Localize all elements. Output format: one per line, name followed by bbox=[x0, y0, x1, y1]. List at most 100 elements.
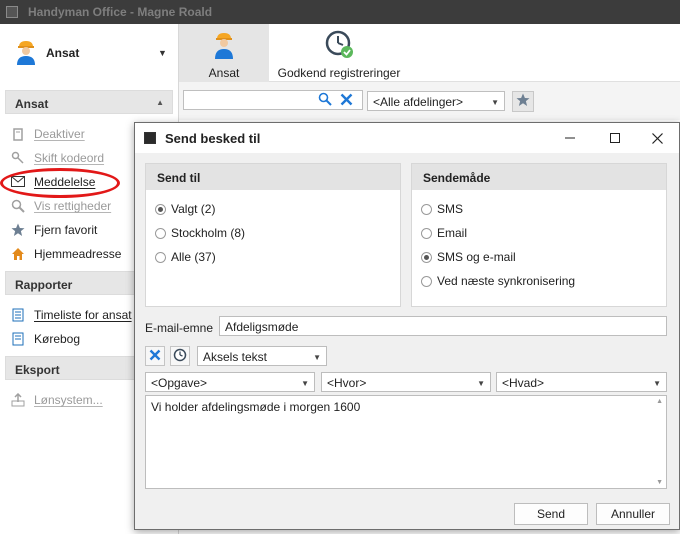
sidebar-item-label: Vis rettigheder bbox=[34, 199, 112, 213]
sidebar-item-lonsystem[interactable]: Lønsystem... bbox=[10, 391, 103, 409]
scroll-down-icon[interactable]: ▼ bbox=[656, 479, 663, 486]
sidebar-item-fjern-favorit[interactable]: Fjern favorit bbox=[10, 221, 97, 239]
envelope-icon bbox=[10, 174, 26, 190]
radio-email[interactable]: Email bbox=[421, 226, 467, 240]
radio-valgt[interactable]: Valgt (2) bbox=[155, 202, 215, 216]
chevron-down-icon: ▼ bbox=[491, 98, 499, 107]
radio-label: Alle (37) bbox=[171, 250, 216, 264]
favorite-filter-button[interactable] bbox=[512, 91, 534, 112]
house-icon bbox=[10, 246, 26, 262]
worker-icon bbox=[14, 38, 38, 66]
message-textarea[interactable]: Vi holder afdelingsmøde i morgen 1600 ▲ … bbox=[145, 395, 667, 489]
clock-icon bbox=[173, 348, 187, 365]
section-title: Ansat bbox=[15, 97, 49, 111]
sidebar-item-korebog[interactable]: Kørebog bbox=[10, 330, 80, 348]
radio-button[interactable] bbox=[421, 203, 432, 215]
email-subject-field[interactable]: Afdeligsmøde bbox=[219, 316, 667, 336]
user-label: Ansat bbox=[46, 46, 80, 60]
clear-icon bbox=[149, 349, 161, 364]
task-select-value: <Opgave> bbox=[151, 376, 208, 390]
radio-label: SMS og e-mail bbox=[437, 250, 516, 264]
department-select[interactable]: <Alle afdelinger> ▼ bbox=[367, 91, 505, 111]
sidebar-item-skift-kodeord[interactable]: Skift kodeord bbox=[10, 149, 104, 167]
what-select[interactable]: <Hvad> ▼ bbox=[496, 372, 667, 392]
wrench-icon bbox=[10, 126, 26, 142]
dialog-title-bar: Send besked til bbox=[135, 123, 679, 153]
sidebar-item-label: Skift kodeord bbox=[34, 151, 105, 165]
clear-text-button[interactable] bbox=[145, 346, 165, 366]
radio-sms-og-email[interactable]: SMS og e-mail bbox=[421, 250, 516, 264]
sidebar-item-vis-rettigheder[interactable]: Vis rettigheder bbox=[10, 197, 111, 215]
dialog-app-icon bbox=[144, 132, 156, 144]
clear-icon[interactable] bbox=[340, 93, 353, 109]
book-icon bbox=[10, 331, 26, 347]
search-input[interactable] bbox=[184, 91, 314, 109]
close-button[interactable] bbox=[642, 127, 672, 149]
tab-godkend-registreringer[interactable]: Godkend registreringer bbox=[269, 24, 409, 82]
send-message-dialog: Send besked til Send til Valgt (2) Stock… bbox=[134, 122, 680, 530]
send-to-title: Send til bbox=[146, 164, 400, 190]
sidebar-item-label: Hjemmeadresse bbox=[34, 247, 122, 261]
radio-next-sync[interactable]: Ved næste synkronisering bbox=[421, 274, 575, 288]
radio-button[interactable] bbox=[155, 227, 166, 239]
send-method-panel: Sendemåde SMS Email SMS og e-mail Ved næ… bbox=[411, 163, 667, 307]
radio-alle[interactable]: Alle (37) bbox=[155, 250, 216, 264]
section-title: Rapporter bbox=[15, 278, 73, 292]
radio-stockholm[interactable]: Stockholm (8) bbox=[155, 226, 245, 240]
sidebar-item-label: Meddelelse bbox=[34, 175, 96, 189]
radio-button[interactable] bbox=[421, 227, 432, 239]
export-icon bbox=[10, 392, 26, 408]
star-icon bbox=[516, 93, 530, 110]
sidebar-item-deaktiver[interactable]: Deaktiver bbox=[10, 125, 85, 143]
cancel-button[interactable]: Annuller bbox=[596, 503, 670, 525]
sidebar-item-timeliste[interactable]: Timeliste for ansat bbox=[10, 306, 132, 324]
chevron-down-icon: ▼ bbox=[477, 379, 485, 388]
filter-bar: <Alle afdelinger> ▼ bbox=[179, 82, 680, 120]
maximize-button[interactable] bbox=[600, 127, 630, 149]
sidebar-item-hjemmeadresse[interactable]: Hjemmeadresse bbox=[10, 245, 121, 263]
tab-label: Ansat bbox=[208, 66, 240, 80]
star-icon bbox=[10, 222, 26, 238]
section-header-ansat[interactable]: Ansat ▲ bbox=[5, 90, 173, 114]
sidebar-item-label: Deaktiver bbox=[34, 127, 85, 141]
what-select-value: <Hvad> bbox=[502, 376, 545, 390]
radio-button[interactable] bbox=[421, 275, 432, 287]
message-text: Vi holder afdelingsmøde i morgen 1600 bbox=[151, 400, 361, 414]
minimize-button[interactable] bbox=[555, 127, 585, 149]
search-field[interactable] bbox=[183, 90, 363, 110]
department-select-value: <Alle afdelinger> bbox=[373, 95, 464, 109]
radio-label: SMS bbox=[437, 202, 464, 216]
radio-label: Ved næste synkronisering bbox=[437, 274, 576, 288]
report-icon bbox=[10, 307, 26, 323]
sidebar-item-meddelelse[interactable]: Meddelelse bbox=[10, 173, 95, 191]
key-icon bbox=[10, 150, 26, 166]
send-to-panel: Send til Valgt (2) Stockholm (8) Alle (3… bbox=[145, 163, 401, 307]
tab-ansat[interactable]: Ansat bbox=[179, 24, 269, 82]
sidebar-item-label: Lønsystem... bbox=[34, 393, 103, 407]
search-icon[interactable] bbox=[318, 92, 332, 109]
dialog-title: Send besked til bbox=[165, 131, 261, 146]
collapse-icon[interactable]: ▲ bbox=[156, 98, 164, 107]
chevron-down-icon: ▼ bbox=[653, 379, 661, 388]
radio-button[interactable] bbox=[155, 203, 166, 215]
task-select[interactable]: <Opgave> ▼ bbox=[145, 372, 315, 392]
dropdown-caret-icon[interactable]: ▼ bbox=[158, 48, 167, 58]
chevron-down-icon: ▼ bbox=[301, 379, 309, 388]
radio-button[interactable] bbox=[421, 251, 432, 263]
chevron-down-icon: ▼ bbox=[313, 353, 321, 362]
sidebar-item-label: Timeliste for ansat bbox=[34, 308, 132, 322]
send-method-title: Sendemåde bbox=[412, 164, 666, 190]
email-subject-value: Afdeligsmøde bbox=[225, 320, 299, 334]
scroll-up-icon[interactable]: ▲ bbox=[656, 398, 663, 405]
text-template-select[interactable]: Aksels tekst ▼ bbox=[197, 346, 327, 366]
radio-label: Email bbox=[437, 226, 468, 240]
insert-time-button[interactable] bbox=[170, 346, 190, 366]
radio-sms[interactable]: SMS bbox=[421, 202, 463, 216]
where-select[interactable]: <Hvor> ▼ bbox=[321, 372, 491, 392]
user-selector[interactable]: Ansat ▼ bbox=[0, 24, 179, 82]
title-bar: Handyman Office - Magne Roald bbox=[0, 0, 680, 24]
send-button[interactable]: Send bbox=[514, 503, 588, 525]
clock-check-icon bbox=[325, 30, 355, 63]
radio-button[interactable] bbox=[155, 251, 166, 263]
section-title: Eksport bbox=[15, 363, 60, 377]
